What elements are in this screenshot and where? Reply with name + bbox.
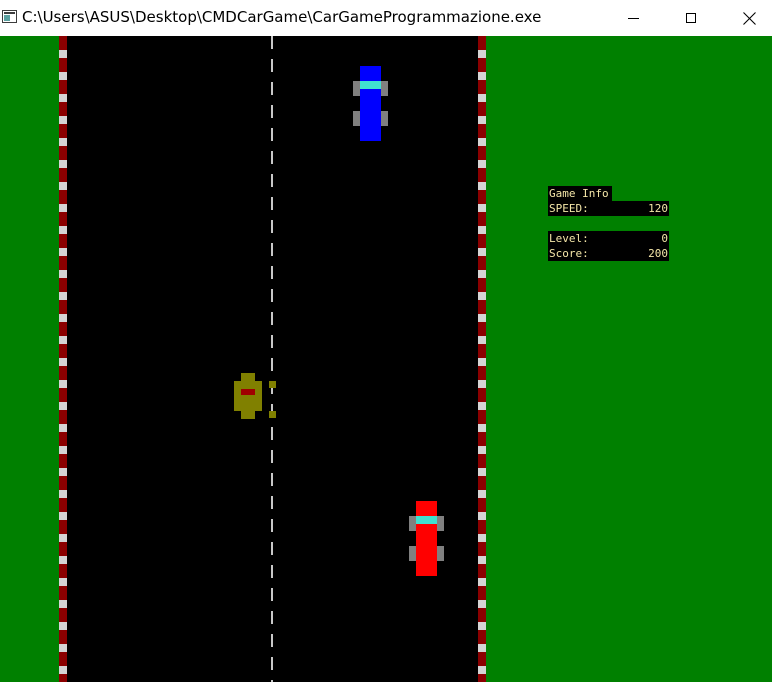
maximize-icon bbox=[686, 13, 696, 23]
window-title: C:\Users\ASUS\Desktop\CMDCarGame\CarGame… bbox=[22, 8, 542, 26]
score-value: 200 bbox=[648, 247, 668, 260]
score-label: Score: bbox=[549, 247, 589, 260]
hud-speed-row: SPEED: 120 bbox=[548, 201, 669, 216]
close-icon bbox=[742, 11, 756, 25]
game-screen[interactable]: Game Info SPEED: 120 Level: 0 Score: 200 bbox=[0, 36, 772, 682]
level-label: Level: bbox=[549, 232, 589, 245]
speed-value: 120 bbox=[648, 202, 668, 215]
level-value: 0 bbox=[661, 232, 668, 245]
title-bar[interactable]: C:\Users\ASUS\Desktop\CMDCarGame\CarGame… bbox=[0, 0, 772, 36]
console-app-icon bbox=[2, 10, 17, 23]
right-kerb bbox=[478, 36, 486, 682]
minimize-button[interactable] bbox=[604, 0, 662, 36]
close-button[interactable] bbox=[720, 0, 772, 36]
hud-heading: Game Info bbox=[549, 187, 609, 200]
minimize-icon bbox=[627, 17, 639, 19]
hud-score-row: Score: 200 bbox=[548, 246, 669, 261]
maximize-button[interactable] bbox=[662, 0, 720, 36]
lane-divider bbox=[271, 36, 273, 682]
hud-heading-row: Game Info bbox=[548, 186, 612, 201]
game-window: C:\Users\ASUS\Desktop\CMDCarGame\CarGame… bbox=[0, 0, 772, 682]
left-kerb bbox=[59, 36, 67, 682]
speed-label: SPEED: bbox=[549, 202, 589, 215]
hud-level-row: Level: 0 bbox=[548, 231, 669, 246]
